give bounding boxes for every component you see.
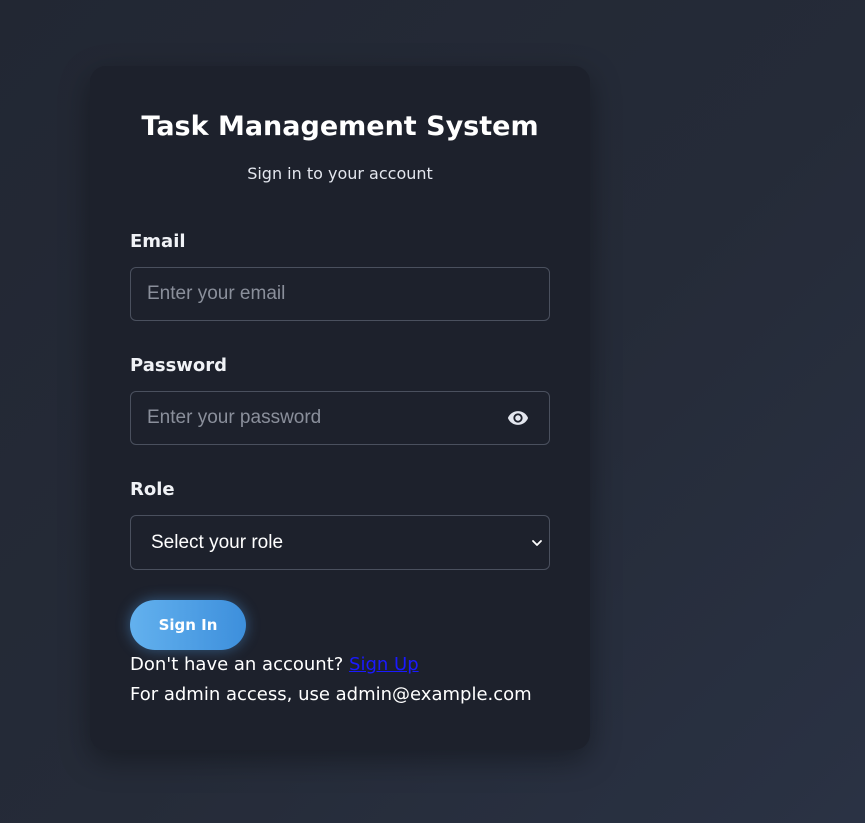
role-label: Role [130, 479, 175, 500]
email-label: Email [130, 231, 186, 252]
signup-prompt-text: Don't have an account? [130, 654, 350, 675]
sign-in-button[interactable]: Sign In [130, 600, 246, 650]
chevron-down-icon [531, 536, 543, 548]
sign-up-link[interactable]: Sign Up [349, 654, 419, 675]
login-card: Task Management System Sign in to your a… [90, 66, 590, 750]
admin-note: For admin access, use admin@example.com [130, 684, 532, 705]
signup-prompt-line: Don't have an account? Sign Up [130, 654, 419, 675]
password-field-box [130, 391, 550, 445]
role-select-value: Select your role [151, 532, 284, 553]
password-field[interactable] [131, 392, 549, 444]
page-title: Task Management System [141, 111, 539, 142]
role-select[interactable]: Select your role [130, 515, 550, 570]
page-subtitle: Sign in to your account [247, 164, 433, 183]
eye-icon[interactable] [505, 407, 531, 429]
email-field[interactable] [131, 268, 549, 320]
password-label: Password [130, 355, 228, 376]
email-field-box [130, 267, 550, 321]
